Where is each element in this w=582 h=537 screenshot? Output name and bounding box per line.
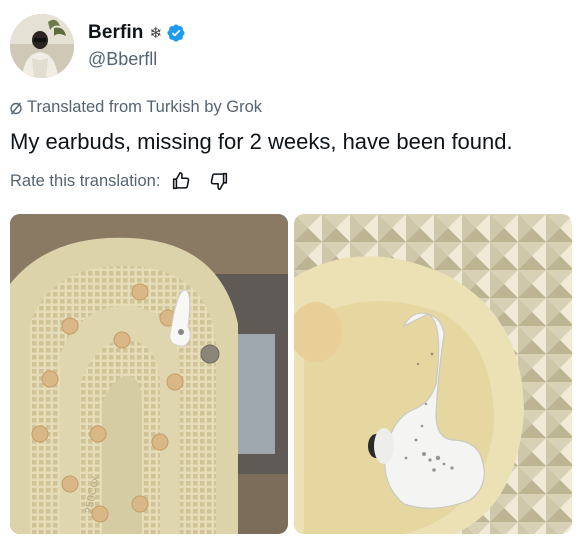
author-name-row: Berfin ❄: [88, 20, 186, 46]
author-handle[interactable]: @Bberfll: [88, 49, 186, 70]
post-text: My earbuds, missing for 2 weeks, have be…: [10, 129, 513, 154]
thumbs-up-icon[interactable]: [170, 170, 192, 192]
translation-label: Translated from Turkish by Grok: [27, 98, 263, 116]
post-card: Berfin ❄ @Bberfll Translated from Turkis…: [0, 0, 582, 537]
rate-label: Rate this translation:: [10, 171, 161, 190]
author-block: Berfin ❄ @Bberfll: [88, 20, 186, 70]
rate-translation: Rate this translation:: [10, 170, 230, 192]
snowflake-icon: ❄: [149, 24, 163, 42]
display-name[interactable]: Berfin: [88, 22, 144, 44]
translation-note: Translated from Turkish by Grok: [8, 98, 262, 117]
earbud-closeup-photo[interactable]: [294, 214, 572, 534]
verified-badge-icon[interactable]: [166, 23, 186, 43]
avatar[interactable]: [10, 14, 74, 78]
avatar-image: [10, 14, 74, 78]
thumbs-down-icon[interactable]: [208, 170, 230, 192]
translate-icon: [8, 100, 24, 116]
earbud-in-shoe-sole-photo[interactable]: 250Cex: [10, 214, 288, 534]
